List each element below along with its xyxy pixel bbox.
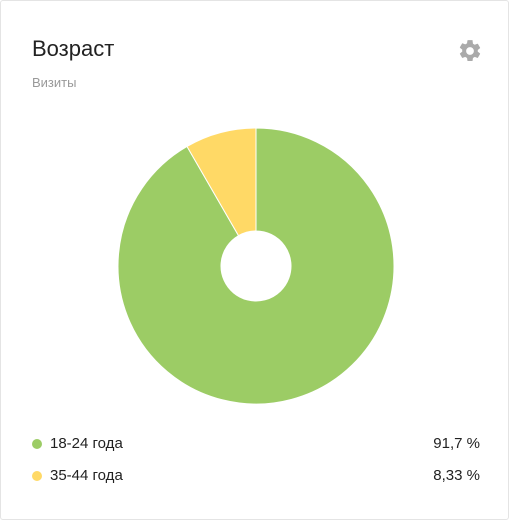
legend-value-18-24: 91,7 % <box>433 435 480 452</box>
widget-title: Возраст <box>32 36 115 61</box>
widget-subtitle: Визиты <box>32 75 77 90</box>
legend-value-35-44: 8,33 % <box>433 467 480 484</box>
legend-dot-18-24 <box>32 439 42 449</box>
gear-icon[interactable] <box>457 38 483 64</box>
legend-item-18-24[interactable]: 18-24 года 91,7 % <box>32 434 482 454</box>
legend-label-18-24: 18-24 года <box>50 435 123 452</box>
donut-chart <box>117 127 395 405</box>
legend-label-35-44: 35-44 года <box>50 467 123 484</box>
age-widget-card: Возраст Визиты 18-24 года 91,7 % 35-44 г… <box>0 0 509 520</box>
legend-dot-35-44 <box>32 471 42 481</box>
legend-item-35-44[interactable]: 35-44 года 8,33 % <box>32 466 482 486</box>
